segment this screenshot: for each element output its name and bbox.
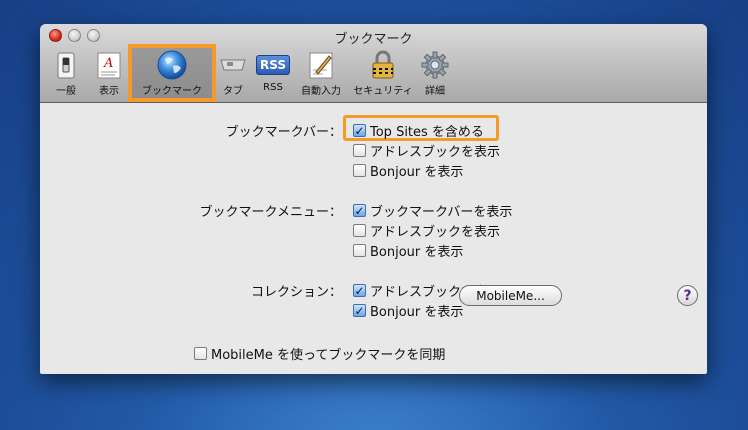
font-icon: A bbox=[95, 48, 123, 81]
bookmarks-pane: ブックマークバー： ✓ Top Sites を含める アドレスブックを表示 Bo… bbox=[40, 103, 707, 373]
window-title: ブックマーク bbox=[334, 32, 413, 47]
tab-general-label: 一般 bbox=[56, 86, 76, 97]
checkbox-box[interactable] bbox=[353, 144, 366, 157]
tab-appearance[interactable]: A 表示 bbox=[88, 48, 130, 97]
checkbox-box[interactable] bbox=[353, 224, 366, 237]
checkbox-box[interactable]: ✓ bbox=[353, 284, 366, 297]
mobileme-sync-checkbox[interactable]: MobileMe を使ってブックマークを同期 bbox=[194, 344, 445, 363]
tab-security[interactable]: セキュリティ bbox=[348, 48, 418, 97]
tab-autofill[interactable]: 自動入力 bbox=[294, 48, 348, 97]
help-button[interactable]: ? bbox=[677, 285, 698, 306]
mobileme-button[interactable]: MobileMe... bbox=[459, 285, 562, 306]
tab-bookmarks-label: ブックマーク bbox=[142, 86, 202, 97]
bar-show-bonjour-checkbox[interactable]: Bonjour を表示 bbox=[353, 161, 463, 180]
tab-autofill-label: 自動入力 bbox=[301, 86, 341, 97]
pen-icon bbox=[307, 48, 335, 81]
checkbox-box[interactable] bbox=[194, 347, 207, 360]
include-top-sites-checkbox[interactable]: ✓ Top Sites を含める bbox=[353, 121, 484, 140]
switch-icon bbox=[52, 48, 80, 81]
tab-rss-label: RSS bbox=[263, 82, 283, 93]
tab-bookmarks[interactable]: ブックマーク bbox=[128, 44, 216, 102]
tab-tabs[interactable]: タブ bbox=[214, 48, 252, 97]
gear-icon bbox=[420, 48, 450, 81]
tab-tabs-label: タブ bbox=[223, 86, 243, 97]
svg-text:A: A bbox=[103, 56, 113, 71]
collection-show-bonjour-checkbox[interactable]: ✓ Bonjour を表示 bbox=[353, 301, 463, 320]
checkbox-box[interactable]: ✓ bbox=[353, 204, 366, 217]
bar-show-address-book-checkbox[interactable]: アドレスブックを表示 bbox=[353, 141, 500, 160]
checkbox-box[interactable] bbox=[353, 164, 366, 177]
bookmark-menu-label: ブックマークメニュー： bbox=[199, 205, 342, 220]
tab-advanced-label: 詳細 bbox=[425, 86, 445, 97]
checkbox-box[interactable]: ✓ bbox=[353, 304, 366, 317]
menu-show-bonjour-checkbox[interactable]: Bonjour を表示 bbox=[353, 241, 463, 260]
tab-security-label: セキュリティ bbox=[353, 86, 413, 97]
globe-icon bbox=[156, 48, 188, 81]
checkbox-box[interactable]: ✓ bbox=[353, 124, 366, 137]
collections-label: コレクション： bbox=[250, 285, 342, 300]
bookmark-bar-label: ブックマークバー： bbox=[225, 125, 342, 140]
tab-advanced[interactable]: 詳細 bbox=[418, 48, 452, 97]
menu-show-address-book-checkbox[interactable]: アドレスブックを表示 bbox=[353, 221, 500, 240]
tab-rss[interactable]: RSS RSS bbox=[252, 48, 294, 93]
titlebar: ブックマーク 一般 A 表示 ブックマーク タブ RSS RSS 自動入力 セキ… bbox=[40, 24, 707, 103]
checkbox-box[interactable] bbox=[353, 244, 366, 257]
menu-show-bookmark-bar-checkbox[interactable]: ✓ ブックマークバーを表示 bbox=[353, 201, 512, 220]
lock-icon bbox=[368, 48, 398, 81]
tab-appearance-label: 表示 bbox=[99, 86, 119, 97]
rss-icon: RSS bbox=[256, 48, 290, 81]
preferences-window: ブックマーク 一般 A 表示 ブックマーク タブ RSS RSS 自動入力 セキ… bbox=[40, 24, 707, 374]
tab-icon bbox=[218, 48, 248, 81]
preferences-toolbar: 一般 A 表示 ブックマーク タブ RSS RSS 自動入力 セキュリティ 詳細 bbox=[44, 44, 452, 102]
tab-general[interactable]: 一般 bbox=[44, 48, 88, 97]
